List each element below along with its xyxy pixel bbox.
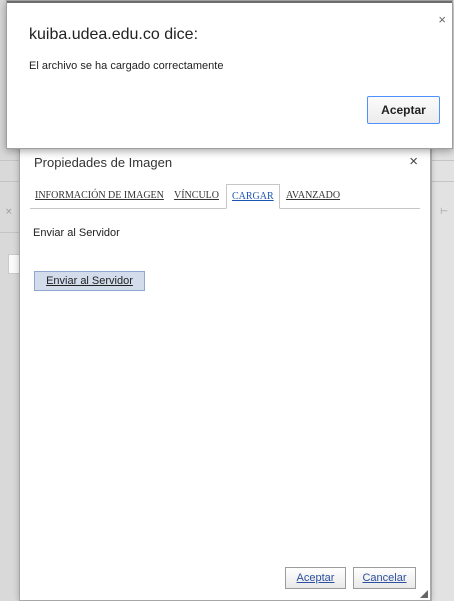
browser-alert: kuiba.udea.edu.co dice: × El archivo se … [6,0,453,149]
tab-link[interactable]: VÍNCULO [169,184,224,208]
table-icon: × [5,207,13,217]
dialog-close-icon[interactable]: × [409,154,418,169]
tab-image-info[interactable]: INFORMACIÓN DE IMAGEN [30,184,169,208]
divider [0,181,19,182]
dialog-cancel-button[interactable]: Cancelar [353,567,416,589]
tab-advanced[interactable]: AVANZADO [281,184,345,208]
ruler-icon: ⊢ [440,207,448,217]
divider [0,232,19,233]
alert-message: El archivo se ha cargado correctamente [29,60,224,72]
divider [432,160,454,161]
alert-ok-button[interactable]: Aceptar [367,96,440,124]
divider [0,160,19,161]
upload-section-label: Enviar al Servidor [33,227,120,239]
divider [432,181,454,182]
dialog-title: Propiedades de Imagen [34,155,173,170]
dialog-tabs: INFORMACIÓN DE IMAGEN VÍNCULO CARGAR AVA… [30,184,420,209]
tab-upload[interactable]: CARGAR [226,184,280,209]
image-properties-dialog: Propiedades de Imagen × INFORMACIÓN DE I… [19,141,431,601]
send-to-server-button[interactable]: Enviar al Servidor [34,271,145,291]
alert-close-icon[interactable]: × [438,13,446,26]
alert-top-border [7,1,452,3]
resize-grip-icon[interactable] [420,590,428,598]
dialog-ok-button[interactable]: Aceptar [285,567,346,589]
alert-title: kuiba.udea.edu.co dice: [29,26,199,43]
